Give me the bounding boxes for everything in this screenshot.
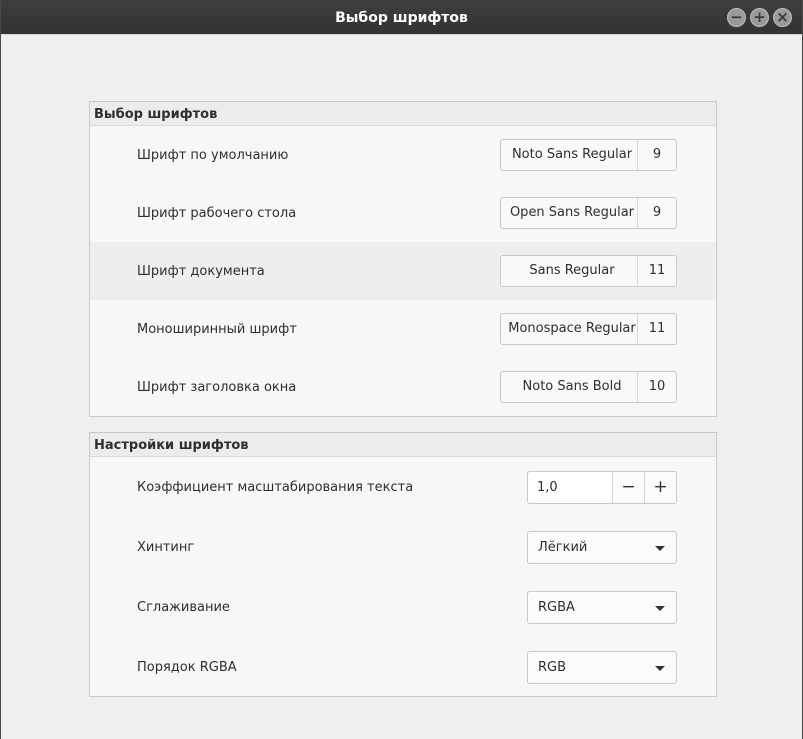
row-text-scale: Коэффициент масштабирования текста 1,0 −… — [90, 457, 716, 517]
row-default-font: Шрифт по умолчанию Noto Sans Regular 9 — [90, 126, 716, 184]
font-size: 9 — [652, 205, 662, 220]
row-label: Шрифт по умолчанию — [137, 147, 289, 163]
window-controls: − + × — [727, 8, 792, 27]
font-size: 11 — [648, 321, 666, 336]
minimize-icon[interactable]: − — [727, 8, 746, 27]
antialiasing-value: RGBA — [538, 600, 575, 615]
row-antialiasing: Сглаживание RGBA — [90, 577, 716, 637]
font-name: Noto Sans Bold — [501, 372, 638, 402]
window-title-font-button[interactable]: Noto Sans Bold 10 — [500, 371, 677, 403]
font-size: 10 — [648, 379, 666, 394]
font-name: Open Sans Regular — [501, 198, 638, 228]
increase-button[interactable]: + — [644, 472, 676, 503]
row-rgba-order: Порядок RGBA RGB — [90, 637, 716, 697]
monospace-font-button[interactable]: Monospace Regular 11 — [500, 313, 677, 345]
row-label: Шрифт заголовка окна — [137, 379, 297, 395]
hinting-value: Лёгкий — [538, 540, 588, 555]
row-label: Порядок RGBA — [137, 659, 237, 675]
font-selection-panel: Выбор шрифтов Шрифт по умолчанию Noto Sa… — [89, 101, 717, 417]
rgba-order-value: RGB — [538, 660, 567, 675]
row-label: Шрифт документа — [137, 263, 265, 279]
text-scale-value[interactable]: 1,0 — [528, 472, 612, 503]
chevron-down-icon — [655, 546, 665, 551]
font-size: 9 — [652, 147, 662, 162]
titlebar[interactable]: Выбор шрифтов − + × — [1, 0, 802, 35]
row-label: Коэффициент масштабирования текста — [137, 479, 414, 495]
antialiasing-dropdown[interactable]: RGBA — [527, 591, 677, 624]
desktop-font-button[interactable]: Open Sans Regular 9 — [500, 197, 677, 229]
document-font-button[interactable]: Sans Regular 11 — [500, 255, 677, 287]
font-selection-header: Выбор шрифтов — [90, 102, 716, 126]
row-label: Моноширинный шрифт — [137, 321, 297, 337]
row-document-font: Шрифт документа Sans Regular 11 — [90, 242, 716, 300]
row-hinting: Хинтинг Лёгкий — [90, 517, 716, 577]
font-name: Sans Regular — [501, 256, 638, 286]
rgba-order-dropdown[interactable]: RGB — [527, 651, 677, 684]
font-settings-panel: Настройки шрифтов Коэффициент масштабиро… — [89, 432, 717, 697]
decrease-button[interactable]: − — [612, 472, 644, 503]
row-label: Хинтинг — [137, 539, 195, 555]
row-monospace-font: Моноширинный шрифт Monospace Regular 11 — [90, 300, 716, 358]
maximize-icon[interactable]: + — [750, 8, 769, 27]
chevron-down-icon — [655, 606, 665, 611]
row-desktop-font: Шрифт рабочего стола Open Sans Regular 9 — [90, 184, 716, 242]
close-icon[interactable]: × — [773, 8, 792, 27]
row-window-title-font: Шрифт заголовка окна Noto Sans Bold 10 — [90, 358, 716, 416]
text-scale-spinner[interactable]: 1,0 − + — [527, 471, 677, 504]
font-selection-window: Выбор шрифтов − + × Выбор шрифтов Шрифт … — [0, 0, 803, 739]
window-title: Выбор шрифтов — [335, 10, 468, 26]
chevron-down-icon — [655, 666, 665, 671]
font-name: Monospace Regular — [501, 314, 638, 344]
font-settings-header: Настройки шрифтов — [90, 433, 716, 457]
font-size: 11 — [648, 263, 666, 278]
hinting-dropdown[interactable]: Лёгкий — [527, 531, 677, 564]
row-label: Шрифт рабочего стола — [137, 205, 297, 221]
row-label: Сглаживание — [137, 599, 230, 615]
font-name: Noto Sans Regular — [501, 140, 638, 170]
default-font-button[interactable]: Noto Sans Regular 9 — [500, 139, 677, 171]
